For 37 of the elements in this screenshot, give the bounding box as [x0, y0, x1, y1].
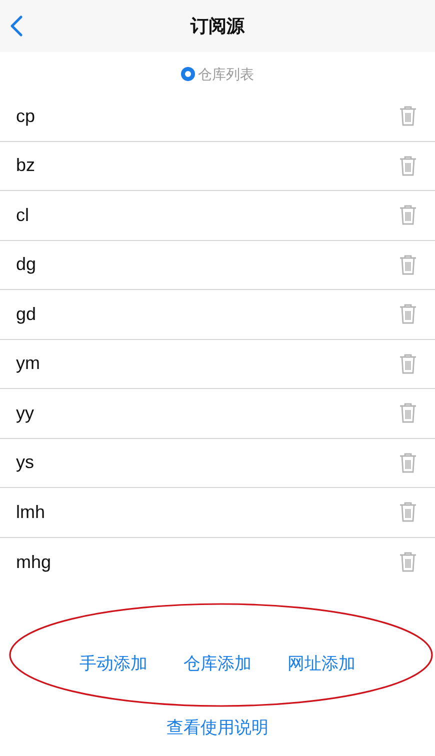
trash-icon[interactable] — [399, 105, 417, 128]
source-row[interactable]: mhg — [0, 538, 435, 587]
trash-icon[interactable] — [399, 452, 417, 474]
trash-icon[interactable] — [399, 303, 417, 326]
source-row[interactable]: lmh — [0, 488, 435, 538]
trash-icon[interactable] — [399, 402, 417, 424]
source-row[interactable]: yy — [0, 389, 435, 438]
source-row[interactable]: ys — [0, 438, 435, 488]
trash-icon[interactable] — [399, 501, 417, 524]
source-name: lmh — [16, 500, 46, 524]
source-row[interactable]: ym — [0, 340, 435, 389]
source-name: cp — [16, 104, 36, 128]
source-row[interactable]: dg — [0, 240, 435, 290]
source-name: gd — [16, 302, 36, 326]
trash-icon[interactable] — [399, 204, 417, 226]
trash-icon[interactable] — [399, 254, 417, 276]
source-name: bz — [16, 154, 36, 178]
add-button[interactable]: 手动添加 — [80, 651, 148, 676]
trash-icon[interactable] — [399, 551, 417, 574]
source-name: ys — [16, 451, 34, 474]
source-row[interactable]: gd — [0, 290, 435, 340]
source-name: dg — [16, 253, 36, 276]
source-row[interactable]: cp — [0, 92, 435, 142]
page-title: 订阅源 — [190, 14, 244, 38]
back-icon[interactable] — [9, 15, 23, 37]
trash-icon[interactable] — [399, 154, 417, 177]
source-name: mhg — [16, 550, 52, 574]
source-row[interactable]: bz — [0, 142, 435, 191]
add-button[interactable]: 仓库添加 — [184, 651, 252, 676]
source-name: yy — [16, 402, 34, 425]
add-button[interactable]: 网址添加 — [288, 651, 356, 676]
source-name: ym — [16, 352, 40, 376]
trash-icon[interactable] — [399, 352, 417, 375]
source-row[interactable]: cl — [0, 191, 435, 240]
source-name: cl — [16, 204, 29, 227]
radio-button[interactable] — [181, 67, 195, 81]
help-link[interactable]: 查看使用说明 — [166, 714, 268, 740]
